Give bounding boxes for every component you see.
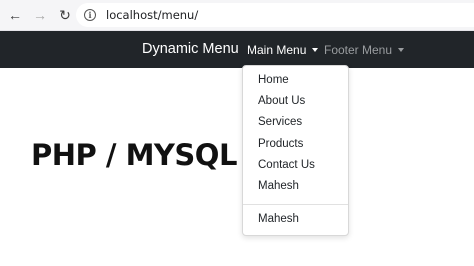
dropdown-item-services[interactable]: Services xyxy=(258,116,302,128)
address-bar[interactable]: i localhost/menu/ xyxy=(76,3,474,27)
footer-menu-toggle[interactable]: Footer Menu xyxy=(324,43,405,57)
main-menu-dropdown: Home About Us Services Products Contact … xyxy=(242,65,349,236)
dropdown-item-mahesh-2[interactable]: Mahesh xyxy=(258,213,299,225)
info-icon[interactable]: i xyxy=(84,9,96,21)
url-text: localhost/menu/ xyxy=(106,8,199,22)
reload-icon: ↻ xyxy=(59,6,71,23)
main-menu-label: Main Menu xyxy=(247,43,307,57)
dropdown-item-home[interactable]: Home xyxy=(258,74,289,86)
arrow-left-icon: ← xyxy=(8,7,22,23)
dropdown-item-products[interactable]: Products xyxy=(258,138,303,150)
caret-down-icon xyxy=(312,48,319,52)
arrow-right-icon: → xyxy=(33,7,47,23)
back-button[interactable]: ← xyxy=(5,5,25,25)
navbar-brand[interactable]: Dynamic Menu xyxy=(142,41,239,57)
main-menu-toggle[interactable]: Main Menu xyxy=(247,43,319,57)
browser-toolbar: ← → ↻ i localhost/menu/ xyxy=(0,0,474,31)
page-heading: PHP / MYSQL xyxy=(31,138,237,172)
dropdown-divider xyxy=(243,204,348,205)
navbar: Dynamic Menu Main Menu Footer Menu xyxy=(0,31,474,68)
dropdown-item-mahesh[interactable]: Mahesh xyxy=(258,180,299,192)
dropdown-item-about-us[interactable]: About Us xyxy=(258,95,305,107)
caret-down-icon xyxy=(398,48,405,52)
forward-button[interactable]: → xyxy=(30,5,50,25)
reload-button[interactable]: ↻ xyxy=(55,5,75,25)
dropdown-item-contact-us[interactable]: Contact Us xyxy=(258,159,315,171)
footer-menu-label: Footer Menu xyxy=(324,43,393,57)
